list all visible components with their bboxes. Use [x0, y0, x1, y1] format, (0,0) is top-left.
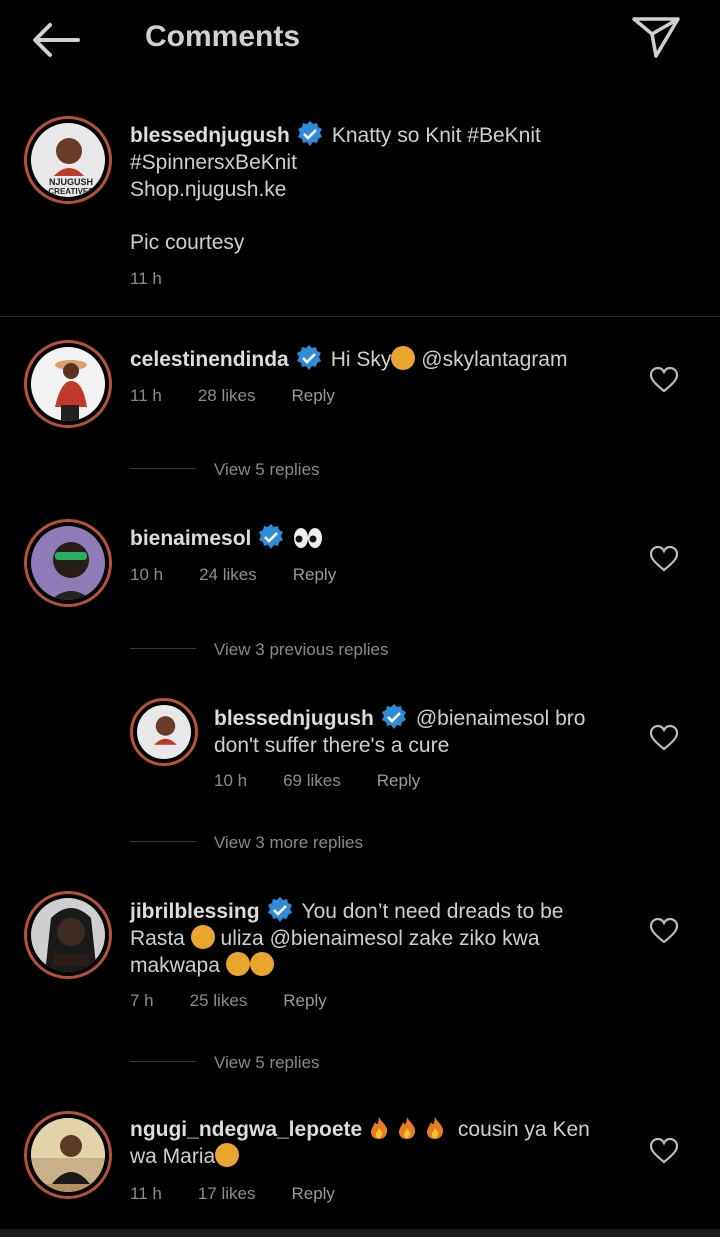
divider [130, 468, 196, 469]
laughing-emoji-icon [215, 1143, 240, 1167]
comment-username[interactable]: blessednjugush [214, 707, 374, 730]
comment-meta: 11 h 28 likes Reply [130, 386, 335, 405]
caption-line3: Shop.njugush.ke [130, 178, 287, 201]
comment-meta: 10 h 24 likes Reply [130, 565, 337, 584]
avatar[interactable] [24, 891, 112, 979]
avatar[interactable] [24, 519, 112, 607]
divider [130, 648, 196, 649]
caption-username[interactable]: blessednjugush [130, 124, 290, 147]
laughing-emoji-icon [190, 925, 215, 949]
send-icon[interactable] [630, 14, 682, 60]
view-replies-button[interactable]: View 5 replies [214, 1053, 320, 1073]
verified-badge-icon [297, 121, 322, 146]
divider [130, 841, 196, 842]
laughing-emoji-icon [225, 952, 250, 976]
comment-meta: 11 h 17 likes Reply [130, 1184, 335, 1203]
caption-line4: Pic courtesy [130, 231, 245, 254]
fire-emoji-icon [399, 1117, 416, 1139]
heart-icon[interactable] [650, 367, 678, 393]
avatar[interactable] [130, 698, 198, 766]
profile-photo-icon [31, 1118, 105, 1192]
verified-badge-icon [381, 704, 406, 729]
fire-emoji-icon [427, 1117, 444, 1139]
avatar[interactable]: NJUGUSH CREATIVES [24, 116, 112, 204]
verified-badge-icon [296, 345, 321, 370]
laughing-emoji-icon [391, 346, 416, 370]
caption-line2: #SpinnersxBeKnit [130, 151, 297, 174]
svg-text:CREATIVES: CREATIVES [48, 187, 94, 196]
njugush-creatives-logo: NJUGUSH CREATIVES [37, 138, 105, 196]
view-replies-button[interactable]: View 3 more replies [214, 833, 363, 853]
verified-badge-icon [259, 524, 284, 549]
avatar[interactable] [24, 340, 112, 428]
comment-text: bienaimesol [130, 523, 650, 552]
back-arrow-icon[interactable] [30, 20, 82, 60]
page-title: Comments [145, 20, 301, 53]
comment-username[interactable]: ngugi_ndegwa_lepoete [130, 1118, 362, 1141]
divider [0, 316, 720, 317]
comment-meta: 10 h 69 likes Reply [214, 771, 421, 790]
caption-time: 11 h [130, 269, 162, 288]
comment-username[interactable]: jibrilblessing [130, 900, 260, 923]
comment-username[interactable]: celestinendinda [130, 348, 289, 371]
reply-button[interactable]: Reply [291, 1184, 334, 1203]
heart-icon[interactable] [650, 725, 678, 751]
verified-badge-icon [267, 897, 292, 922]
comment-meta: 7 h 25 likes Reply [130, 991, 327, 1010]
fire-emoji-icon [371, 1117, 388, 1139]
profile-photo-icon [50, 542, 92, 600]
profile-photo-icon [45, 908, 97, 972]
caption-line1: Knatty so Knit #BeKnit [331, 124, 541, 147]
heart-icon[interactable] [650, 918, 678, 944]
njugush-creatives-logo [141, 716, 191, 759]
avatar[interactable] [24, 1111, 112, 1199]
comment-text: celestinendinda Hi Sky @skylantagram [130, 344, 650, 373]
divider [130, 1061, 196, 1062]
reply-button[interactable]: Reply [283, 991, 326, 1010]
bottom-bar [0, 1229, 720, 1237]
svg-text:NJUGUSH: NJUGUSH [49, 177, 93, 187]
reply-button[interactable]: Reply [291, 386, 334, 405]
comment-text: jibrilblessing You don’t need dreads to b… [130, 896, 650, 979]
mention-link[interactable]: @skylantagram [421, 348, 567, 371]
profile-photo-icon [55, 360, 87, 421]
view-replies-button[interactable]: View 5 replies [214, 460, 320, 480]
reply-button[interactable]: Reply [377, 771, 420, 790]
laughing-emoji-icon [249, 952, 274, 976]
heart-icon[interactable] [650, 1138, 678, 1164]
view-replies-button[interactable]: View 3 previous replies [214, 640, 389, 660]
comment-text: ngugi_ndegwa_lepoete cousin ya Ken wa Ma… [130, 1117, 590, 1168]
heart-icon[interactable] [650, 546, 678, 572]
caption-text: blessednjugush Knatty so Knit #BeKnit #Sp… [130, 120, 700, 203]
reply-text: blessednjugush @bienaimesol bro don't suf… [214, 703, 654, 759]
comment-username[interactable]: bienaimesol [130, 527, 251, 550]
eyes-emoji-icon [294, 528, 323, 548]
reply-button[interactable]: Reply [293, 565, 336, 584]
